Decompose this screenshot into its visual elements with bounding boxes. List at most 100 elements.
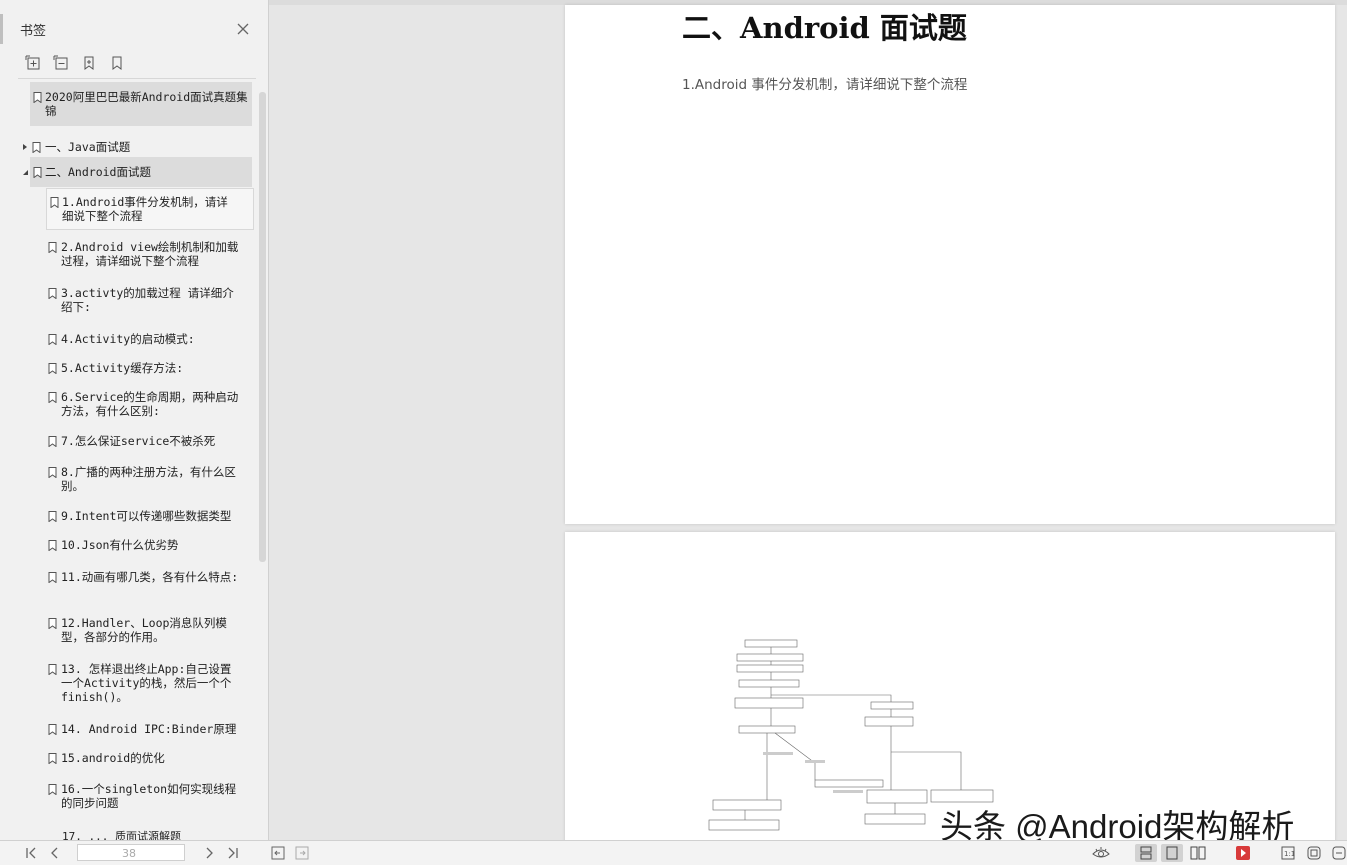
bookmark-label: 10.Json有什么优劣势 [61,538,179,552]
single-page-view-button[interactable] [1161,844,1183,862]
bookmark-label: 2020阿里巴巴最新Android面试真题集锦 [45,90,248,118]
bookmark-icon [48,334,57,345]
fit-width-icon [1332,846,1346,860]
document-page-2: 头条 @Android架构解析 [565,532,1335,840]
bookmark-item[interactable]: 二、Android面试题 [23,157,252,187]
first-page-icon [26,847,36,859]
bookmark-item[interactable]: 5.Activity缓存方法: [18,361,254,375]
fit-page-icon [1307,846,1321,860]
bookmark-label: 15.android的优化 [61,751,165,765]
add-bookmark-button[interactable] [80,54,98,72]
bookmark-label: 13. 怎样退出终止App:自己设置一个Activity的栈，然后一个个fini… [61,662,232,704]
bookmark-item[interactable]: 11.动画有哪几类，各有什么特点: [18,570,254,584]
bookmark-label: 12.Handler、Loop消息队列模型，各部分的作用。 [61,616,227,644]
two-page-view-button[interactable] [1187,844,1209,862]
bookmark-item[interactable]: 9.Intent可以传递哪些数据类型 [18,509,254,523]
chevron-left-icon [51,847,58,859]
bookmark-item[interactable]: 2.Android view绘制机制和加载过程，请详细说下整个流程 [18,240,254,268]
bookmark-item[interactable]: 15.android的优化 [18,751,254,765]
bookmark-label: 7.怎么保证service不被杀死 [61,434,216,448]
bookmark-icon [32,142,41,153]
bookmark-button[interactable] [108,54,126,72]
actual-size-icon: 1:1 [1281,846,1295,860]
go-back-button[interactable] [270,846,286,860]
forward-icon [295,846,309,860]
play-icon [1236,846,1250,860]
bookmark-item[interactable]: 10.Json有什么优劣势 [18,538,254,552]
first-page-button[interactable] [23,846,39,860]
bookmark-label: 6.Service的生命周期，两种启动方法，有什么区别: [61,390,239,418]
bookmark-label: 4.Activity的启动模式: [61,332,195,346]
bookmark-icon [48,724,57,735]
last-page-button[interactable] [225,846,241,860]
bookmark-item[interactable]: 一、Java面试题 [18,140,254,154]
page-heading: 二、Android 面试题 [682,11,967,45]
expand-all-button[interactable] [24,54,42,72]
status-bar: 38 1:1 [0,840,1347,865]
bookmark-item[interactable]: 7.怎么保证service不被杀死 [18,434,254,448]
bookmark-icon [48,664,57,675]
remove-bookmark-icon [53,55,68,70]
toolbar-divider [18,78,256,79]
bookmark-item[interactable]: 8.广播的两种注册方法，有什么区别。 [18,465,254,493]
bookmark-item[interactable]: 2020阿里巴巴最新Android面试真题集锦 [30,82,252,126]
bookmark-label: 3.activty的加载过程 请详细介绍下: [61,286,234,314]
bookmark-label: 8.广播的两种注册方法，有什么区别。 [61,465,236,493]
bookmark-icon [48,572,57,583]
back-icon [271,846,285,860]
previous-page-button[interactable] [47,846,63,860]
eye-protection-button[interactable] [1090,844,1112,862]
last-page-icon [228,847,238,859]
collapse-all-button[interactable] [52,54,70,72]
bookmark-icon [48,784,57,795]
bookmark-icon [48,540,57,551]
fit-page-button[interactable] [1303,844,1325,862]
sidebar-tab-indicator[interactable] [0,14,3,44]
single-page-icon [1166,846,1178,860]
bookmark-label: 一、Java面试题 [45,140,131,154]
partially-hidden-bookmark: 17. ... 质面试源解题 [62,830,181,840]
fit-width-button[interactable] [1328,844,1347,862]
bookmark-item[interactable]: 12.Handler、Loop消息队列模型，各部分的作用。 [18,616,254,644]
next-page-button[interactable] [201,846,217,860]
bookmark-label: 9.Intent可以传递哪些数据类型 [61,509,232,523]
bookmark-scrollbar[interactable] [259,92,266,562]
bookmark-item[interactable]: 16.一个singleton如何实现线程的同步问题 [18,782,254,810]
document-page-1: 二、Android 面试题 1.Android 事件分发机制，请详细说下整个流程 [565,5,1335,524]
bookmark-icon [48,436,57,447]
bookmark-item[interactable]: 13. 怎样退出终止App:自己设置一个Activity的栈，然后一个个fini… [18,662,254,704]
bookmark-icon [48,467,57,478]
expanded-triangle-icon[interactable] [21,168,29,176]
bookmark-item[interactable]: 3.activty的加载过程 请详细介绍下: [18,286,254,314]
add-bookmark-icon [25,55,40,70]
play-slideshow-button[interactable] [1232,844,1254,862]
bookmark-icon [48,288,57,299]
bookmark-icon [50,197,59,208]
bookmark-item[interactable]: 4.Activity的启动模式: [18,332,254,346]
bookmark-label: 1.Android事件分发机制，请详细说下整个流程 [62,195,228,223]
bookmark-item[interactable]: 1.Android事件分发机制，请详细说下整个流程 [46,188,254,230]
bookmark-item[interactable]: 14. Android IPC:Binder原理 [18,722,254,736]
actual-size-button[interactable]: 1:1 [1277,844,1299,862]
bookmark-label: 11.动画有哪几类，各有什么特点: [61,570,239,584]
close-panel-button[interactable] [234,20,252,38]
eye-icon [1092,847,1110,858]
bookmark-item[interactable]: 6.Service的生命周期，两种启动方法，有什么区别: [18,390,254,418]
document-viewport[interactable]: 二、Android 面试题 1.Android 事件分发机制，请详细说下整个流程 [269,0,1347,840]
bookmark-label: 二、Android面试题 [45,165,151,179]
panel-title: 书签 [20,24,47,39]
bookmark-icon [33,92,42,103]
continuous-pages-icon [1140,846,1152,860]
two-page-icon [1190,846,1206,860]
bookmark-label: 16.一个singleton如何实现线程的同步问题 [61,782,237,810]
continuous-view-button[interactable] [1135,844,1157,862]
bookmark-icon [33,167,42,178]
bookmark-icon [48,753,57,764]
collapsed-triangle-icon[interactable] [21,143,29,151]
chevron-right-icon [206,847,213,859]
page-number-input[interactable]: 38 [77,844,185,861]
bookmark-icon [48,618,57,629]
bookmark-add-icon [84,56,94,70]
go-forward-button[interactable] [294,846,310,860]
bookmark-icon [48,511,57,522]
